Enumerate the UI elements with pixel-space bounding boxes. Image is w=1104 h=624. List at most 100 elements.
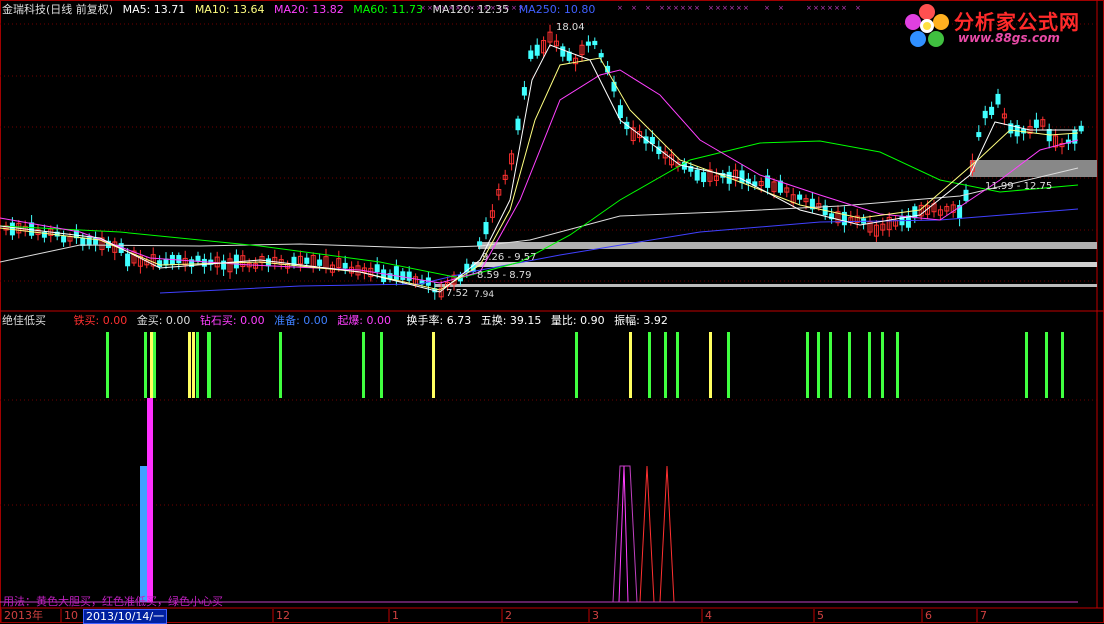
kline-chart[interactable]: × × × × × × × × × × × × × × × × × × × × × × × × × × × × × × × × × × × × × × × <box>0 0 1104 623</box>
candle-body <box>694 169 700 181</box>
red-spike <box>659 465 675 603</box>
top-marker: × <box>834 4 840 12</box>
signal-bar-green <box>1061 332 1064 398</box>
top-marker: × <box>617 4 623 12</box>
low2-price-label: 7.94 <box>474 290 495 300</box>
candle-body <box>406 271 412 281</box>
signal-bar-green <box>896 332 899 398</box>
signal-bar-green <box>575 332 578 398</box>
signal-bar-yellow <box>192 332 195 398</box>
top-marker: × <box>715 4 721 12</box>
site-logo: 分析家公式网 www.88gs.com <box>902 2 1098 50</box>
candle-body <box>528 50 534 59</box>
liangbi-value: 量比: 0.90 <box>550 314 605 327</box>
cursor-date: 2013/10/14/一 <box>83 609 168 624</box>
turnover-value: 换手率: 6.73 <box>406 314 472 327</box>
signal-bar-yellow <box>188 332 191 398</box>
top-marker: × <box>673 4 679 12</box>
candle-body <box>797 194 803 200</box>
candle-body <box>1033 119 1039 128</box>
candle-body <box>61 236 67 243</box>
signal-bar-green <box>829 332 832 398</box>
candle-body <box>560 46 566 57</box>
candle-body <box>534 44 540 56</box>
indicator-name[interactable]: 绝佳低买 <box>2 314 46 327</box>
red-spike <box>639 465 655 603</box>
flower-logo-icon <box>905 4 949 47</box>
top-marker: × <box>645 4 651 12</box>
signal-bar-green <box>727 332 730 398</box>
candle-body <box>317 259 323 266</box>
signal-bar-green <box>1025 332 1028 398</box>
band2-label: 9.26 - 9.57 <box>482 252 537 263</box>
signal-bar-green <box>868 332 871 398</box>
zhenfu-value: 振幅: 3.92 <box>614 314 668 327</box>
top-marker: × <box>841 4 847 12</box>
zuanshi-value: 钻石买: 0.00 <box>199 314 265 327</box>
band-4 <box>435 284 1097 287</box>
ma120-value: MA120: 12.35 <box>432 3 510 16</box>
signal-bar-green <box>817 332 820 398</box>
candle-body <box>483 222 489 235</box>
candle-body <box>29 222 35 236</box>
band3-label: 8.59 - 8.79 <box>477 270 532 281</box>
top-marker: × <box>687 4 693 12</box>
candle-body <box>515 118 521 131</box>
blue-spike <box>140 466 147 602</box>
time-tick-label: 4 <box>705 609 712 622</box>
top-marker: × <box>827 4 833 12</box>
high-price-label: 18.04 <box>556 22 585 33</box>
top-marker: × <box>820 4 826 12</box>
signal-bar-yellow <box>432 332 435 398</box>
candle-body <box>176 255 182 264</box>
tiemai-value: 铁买: 0.00 <box>73 314 128 327</box>
time-tick-label: 7 <box>980 609 987 622</box>
candle-body <box>617 105 623 119</box>
time-tick-label: 2013年 <box>4 609 43 622</box>
signal-bar-green <box>153 332 156 398</box>
qibao-value: 起爆: 0.00 <box>337 314 392 327</box>
time-tick-label: 5 <box>817 609 824 622</box>
candle-body <box>381 269 387 283</box>
time-tick-label: 10 <box>64 609 78 622</box>
time-tick-label: 12 <box>276 609 290 622</box>
wuhuan-value: 五换: 39.15 <box>480 314 542 327</box>
signal-bar-green <box>279 332 282 398</box>
candle-body <box>995 93 1001 105</box>
candle-body <box>982 110 988 119</box>
top-marker: × <box>722 4 728 12</box>
ma20-value: MA20: 13.82 <box>274 3 344 16</box>
top-marker: × <box>666 4 672 12</box>
candle-body <box>1078 125 1084 132</box>
time-tick-label: 2 <box>505 609 512 622</box>
top-marker: × <box>631 4 637 12</box>
stock-title[interactable]: 金瑞科技(日线 前复权) <box>2 3 113 16</box>
time-tick-label: 6 <box>925 609 932 622</box>
candle-body <box>342 262 348 269</box>
candle-body <box>304 257 310 264</box>
magenta-spike <box>147 398 153 602</box>
signal-bar-green <box>648 332 651 398</box>
signal-bar-yellow <box>709 332 712 398</box>
signal-bar-green <box>1045 332 1048 398</box>
top-marker: × <box>855 4 861 12</box>
candle-body <box>976 132 982 138</box>
candle-body <box>201 258 207 267</box>
jinmai-value: 金买: 0.00 <box>136 314 191 327</box>
zhunbei-value: 准备: 0.00 <box>274 314 328 327</box>
candle-body <box>477 241 483 247</box>
signal-bar-green <box>881 332 884 398</box>
candle-body <box>701 172 707 183</box>
signal-bar-yellow <box>629 332 632 398</box>
candle-body <box>374 264 380 273</box>
top-marker: × <box>764 4 770 12</box>
candle-body <box>566 51 572 61</box>
candle-body <box>195 255 201 262</box>
top-marker: × <box>743 4 749 12</box>
signal-bar-green <box>848 332 851 398</box>
top-marker: × <box>680 4 686 12</box>
candle-body <box>221 260 227 270</box>
candle-body <box>400 271 406 280</box>
ma250-value: MA250: 10.80 <box>518 3 596 16</box>
candle-body <box>592 40 598 46</box>
